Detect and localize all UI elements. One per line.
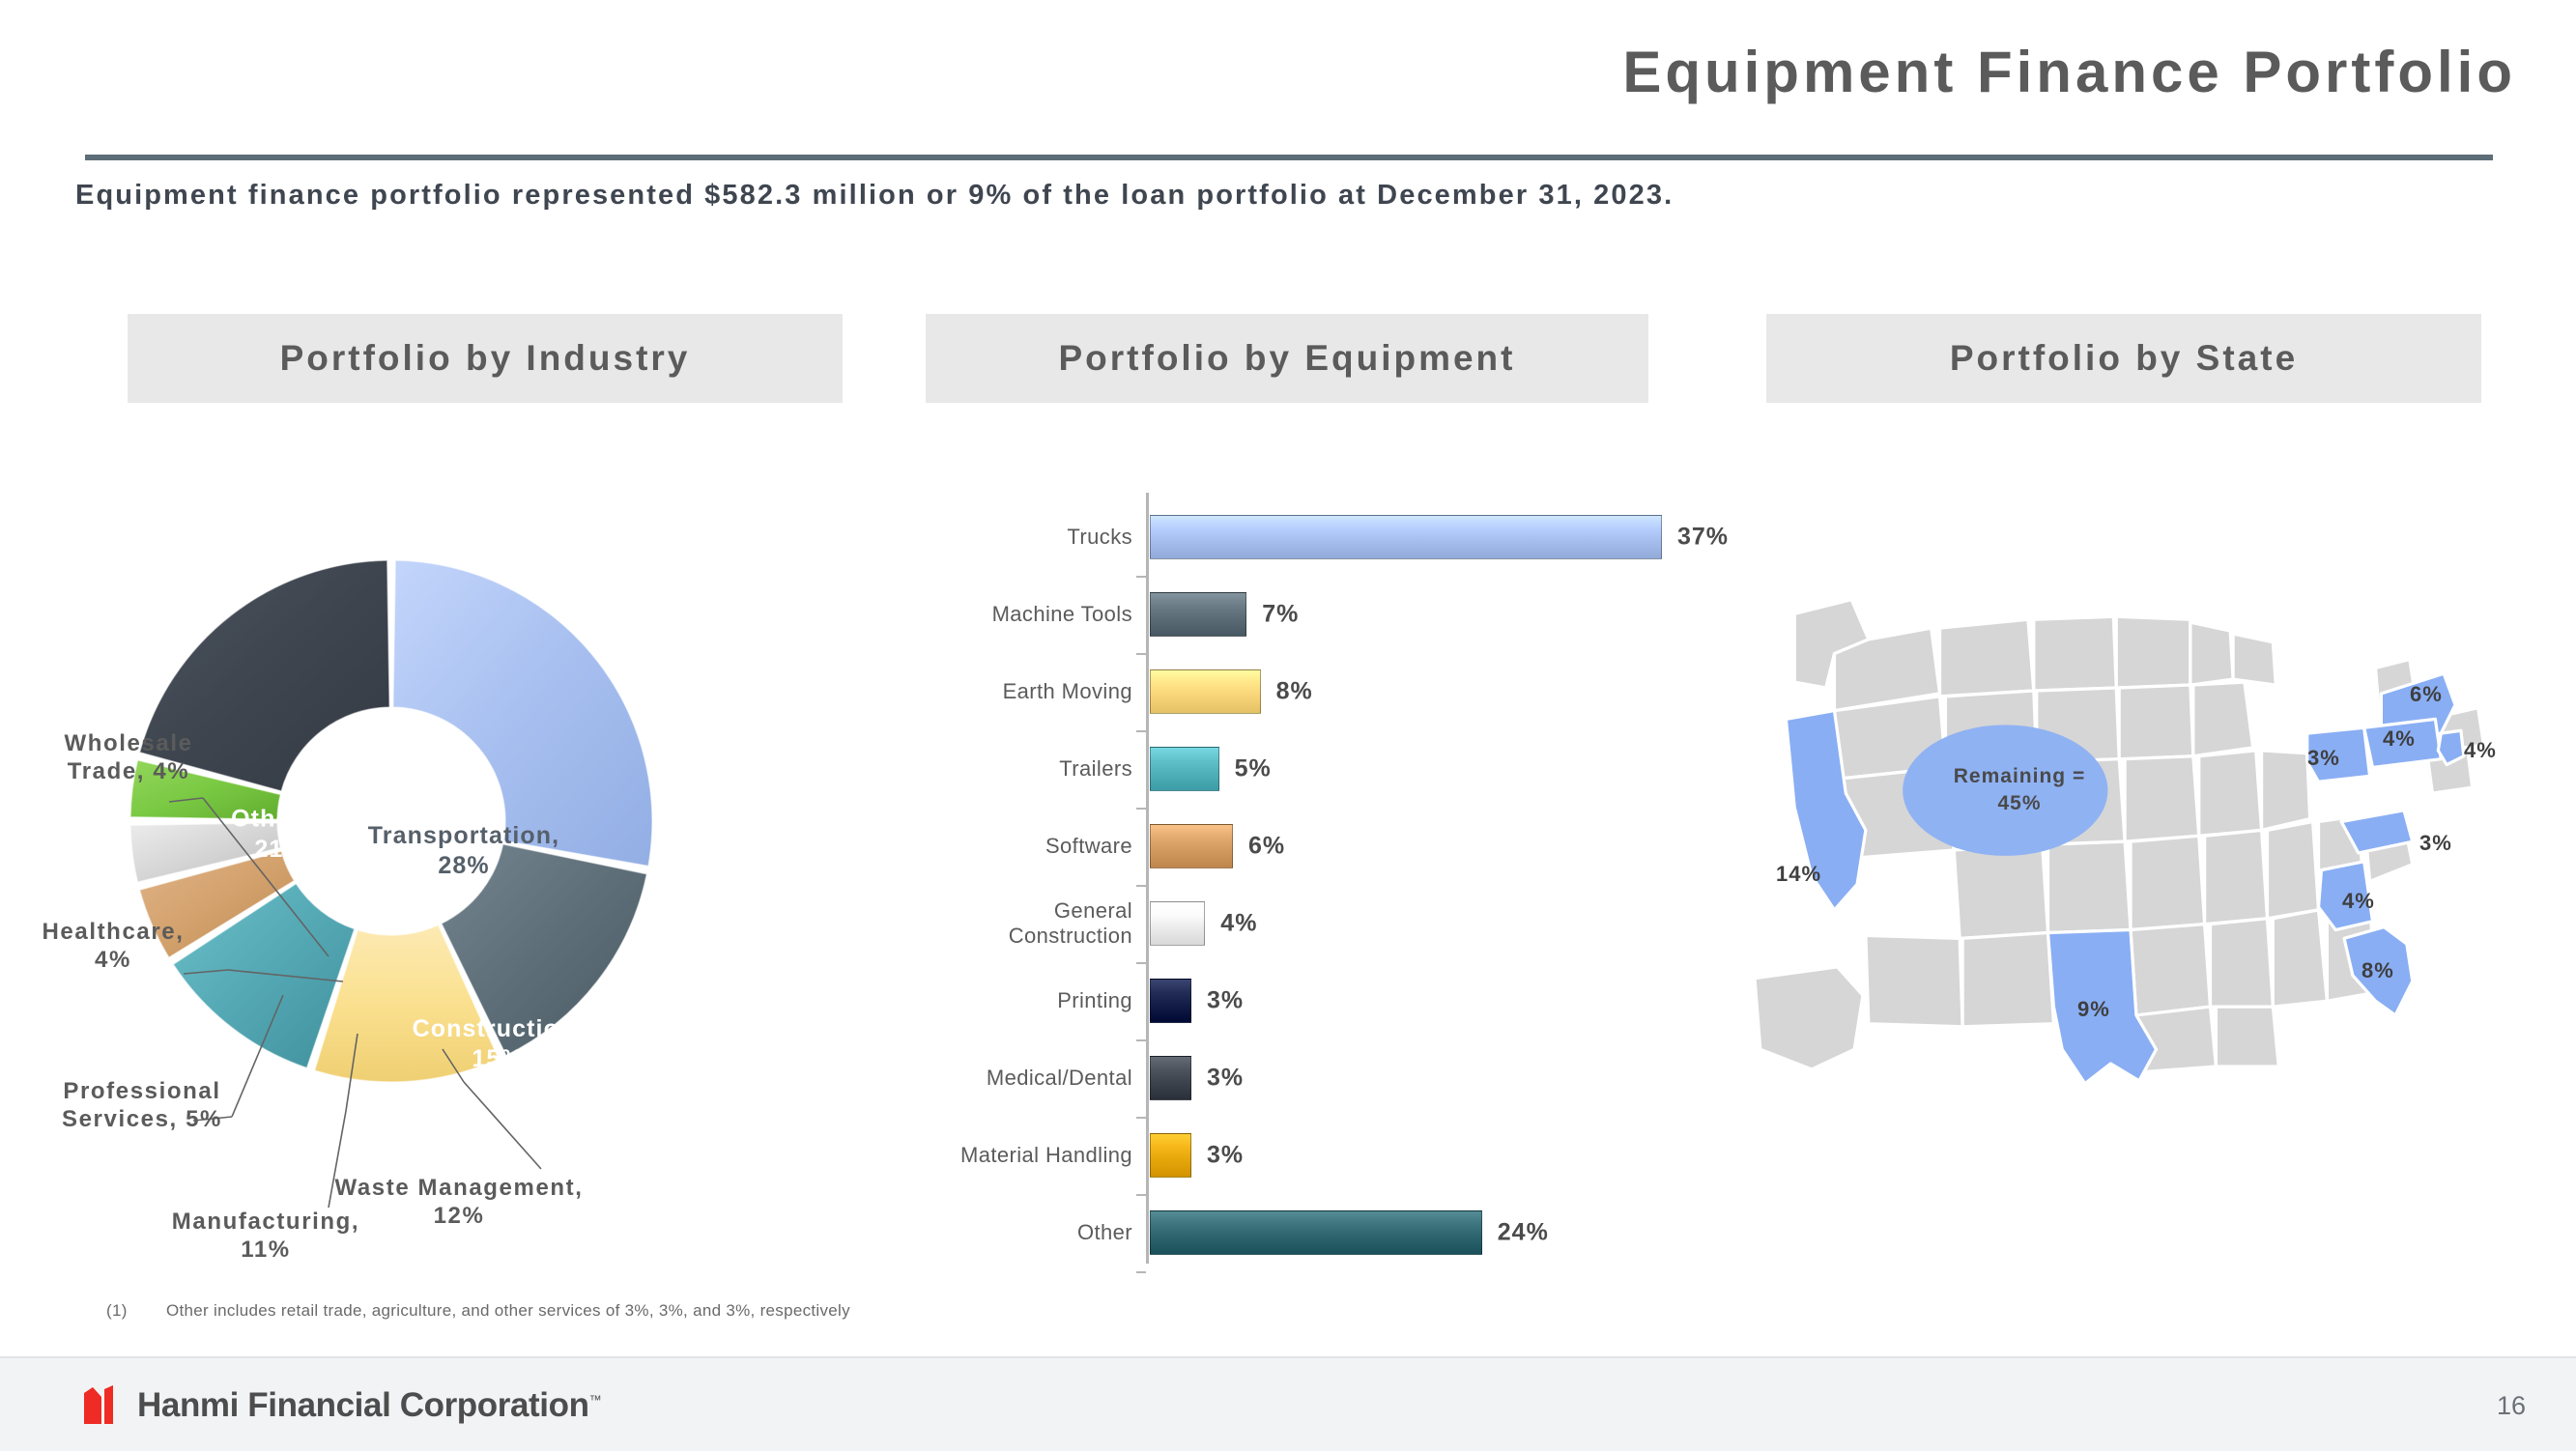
bar-trucks: [1150, 515, 1662, 559]
page-number: 16: [2496, 1391, 2526, 1420]
header-divider: [85, 155, 2493, 160]
panel-header-equipment-label: Portfolio by Equipment: [1058, 338, 1516, 378]
map-pct-ohio: 3%: [2307, 746, 2340, 770]
bar-row: Other 24%: [908, 1198, 1710, 1267]
bar-label-material-handling: Material Handling: [960, 1143, 1132, 1168]
page-title: Equipment Finance Portfolio: [1622, 40, 2516, 104]
bar-label-machine-tools: Machine Tools: [991, 602, 1132, 627]
bar-axis-tick: [1136, 1194, 1146, 1196]
donut-label-professional-services: Professional Services, 5%: [62, 1078, 222, 1133]
bar-machine-tools: [1150, 592, 1247, 637]
map-pct-texas: 9%: [2077, 997, 2110, 1021]
donut-slice-transportation: [392, 559, 653, 868]
bar-axis-tick: [1136, 1271, 1146, 1273]
bar-value-machine-tools: 7%: [1262, 600, 1300, 628]
bar-row: Material Handling 3%: [908, 1121, 1710, 1190]
bar-axis-tick: [1136, 885, 1146, 887]
bar-value-trailers: 5%: [1234, 754, 1272, 782]
equipment-bar-chart: Trucks 37% Machine Tools 7% Earth Moving 8% Tr…: [908, 493, 1728, 1273]
bar-row: Printing 3%: [908, 966, 1710, 1036]
bar-row: Medical/Dental 3%: [908, 1043, 1710, 1113]
footnote: (1) Other includes retail trade, agricult…: [106, 1301, 850, 1321]
map-pct-north-carolina: 3%: [2419, 831, 2452, 855]
bar-axis-tick: [1136, 1117, 1146, 1119]
bar-general-construction: [1150, 901, 1206, 946]
bar-medical-dental: [1150, 1056, 1191, 1100]
bar-value-other: 24%: [1497, 1218, 1549, 1246]
bar-value-software: 6%: [1247, 832, 1286, 860]
company-name: Hanmi Financial Corporation™: [137, 1386, 602, 1424]
map-pct-georgia: 4%: [2342, 889, 2375, 913]
bar-value-general-construction: 4%: [1220, 909, 1258, 937]
usa-map-svg: [1753, 598, 2486, 1086]
bar-value-medical-dental: 3%: [1206, 1064, 1245, 1092]
donut-label-healthcare: Healthcare, 4%: [42, 919, 185, 974]
industry-donut-chart: Wholesale Trade, 4% Healthcare, 4% Profe…: [39, 444, 928, 1275]
bar-label-earth-moving: Earth Moving: [1002, 679, 1132, 704]
map-pct-florida: 8%: [2361, 958, 2394, 982]
state-map-chart: 14% 9% 8% 6% 4% 4% 3% 3% 4% Remaining = …: [1730, 580, 2532, 1121]
panel-header-state-label: Portfolio by State: [1949, 338, 2299, 378]
bar-value-printing: 3%: [1206, 986, 1245, 1014]
bar-earth-moving: [1150, 669, 1261, 714]
bar-label-trailers: Trailers: [1059, 756, 1132, 782]
bar-axis-tick: [1136, 653, 1146, 655]
bar-axis-tick: [1136, 576, 1146, 578]
bar-row: Machine Tools 7%: [908, 580, 1710, 649]
panel-header-industry: Portfolio by Industry: [128, 314, 843, 403]
bar-axis-tick: [1136, 808, 1146, 810]
bar-value-trucks: 37%: [1677, 523, 1730, 551]
subtitle: Equipment finance portfolio represented …: [75, 180, 1674, 211]
bar-row: Trailers 5%: [908, 734, 1710, 804]
bar-axis-tick: [1136, 730, 1146, 732]
state-new-jersey: [2436, 728, 2466, 767]
footnote-ref-icon: (1): [306, 805, 329, 821]
bar-label-general-construction: General Construction: [1008, 898, 1132, 948]
map-remaining-label: Remaining = 45%: [1953, 765, 2086, 815]
map-pct-pennsylvania: 4%: [2383, 726, 2416, 751]
donut-inlabel-construction: Construction, 15%: [412, 1015, 584, 1073]
trademark-icon: ™: [588, 1392, 602, 1408]
donut-label-waste-management: Waste Management, 12%: [334, 1175, 584, 1230]
map-pct-new-york: 6%: [2410, 682, 2443, 706]
hanmi-logo-icon: [84, 1385, 113, 1424]
bar-row: Trucks 37%: [908, 502, 1728, 572]
bar-axis-tick: [1136, 1039, 1146, 1041]
footnote-text: Other includes retail trade, agriculture…: [166, 1301, 850, 1320]
bar-trailers: [1150, 747, 1219, 791]
map-pct-new-jersey: 4%: [2464, 738, 2497, 762]
donut-label-wholesale-trade: Wholesale Trade, 4%: [64, 730, 193, 785]
bar-label-other: Other: [1076, 1220, 1132, 1245]
bar-value-material-handling: 3%: [1206, 1141, 1245, 1169]
bar-software: [1150, 824, 1233, 868]
bar-printing: [1150, 979, 1191, 1023]
bar-row: Software 6%: [908, 811, 1710, 881]
panel-header-industry-label: Portfolio by Industry: [279, 338, 691, 378]
bar-material-handling: [1150, 1133, 1191, 1178]
company-logo: Hanmi Financial Corporation™: [81, 1383, 602, 1428]
panel-header-state: Portfolio by State: [1766, 314, 2481, 403]
donut-inlabel-other: Other,(1) 21%: [231, 805, 329, 863]
bar-label-printing: Printing: [1057, 988, 1132, 1013]
slide: Equipment Finance Portfolio Equipment fi…: [0, 0, 2576, 1451]
bar-label-medical-dental: Medical/Dental: [986, 1066, 1132, 1091]
bar-axis-tick: [1136, 962, 1146, 964]
bar-label-software: Software: [1045, 834, 1132, 859]
panel-header-equipment: Portfolio by Equipment: [926, 314, 1648, 403]
bar-value-earth-moving: 8%: [1275, 677, 1313, 705]
bar-other: [1150, 1210, 1482, 1255]
map-pct-california: 14%: [1776, 862, 1822, 886]
bar-row: General Construction 4%: [908, 889, 1710, 958]
bar-row: Earth Moving 8%: [908, 657, 1710, 726]
footnote-marker: (1): [106, 1301, 128, 1320]
bar-label-trucks: Trucks: [1067, 525, 1132, 550]
